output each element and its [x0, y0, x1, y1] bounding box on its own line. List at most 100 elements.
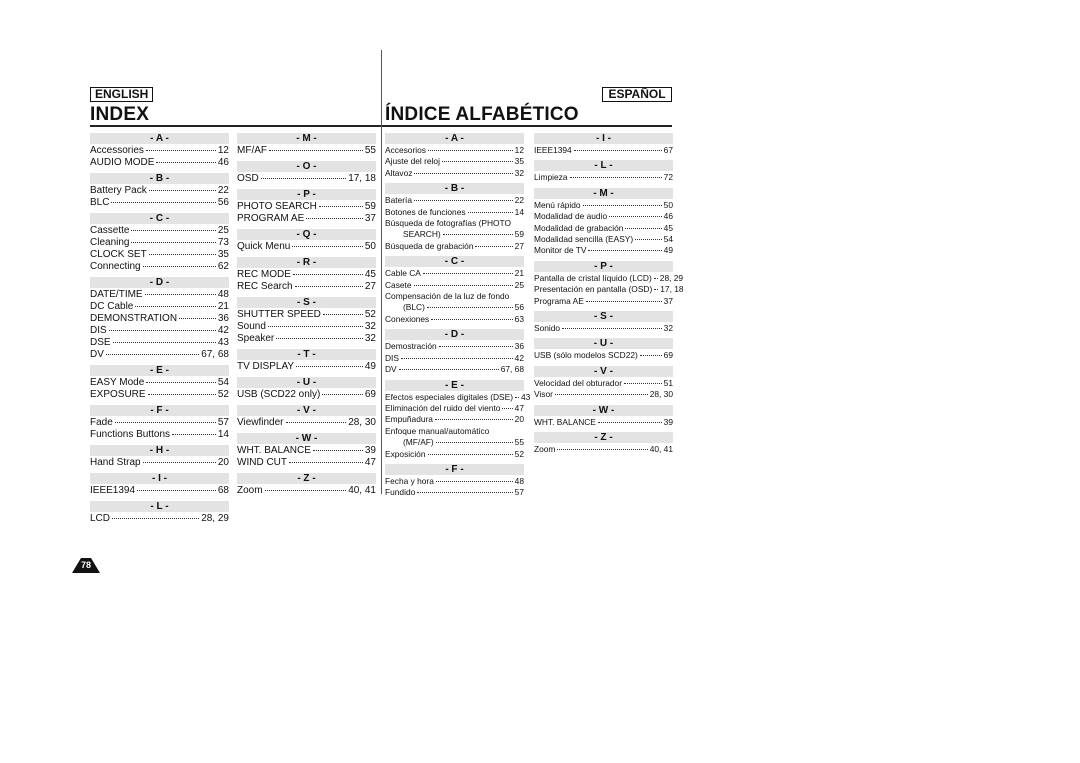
entry-page: 43 — [521, 391, 531, 402]
dot-leader — [114, 422, 216, 423]
entry-label: Botones de funciones — [385, 206, 466, 217]
entry-page: 72 — [663, 172, 673, 183]
dot-leader — [557, 449, 648, 451]
dot-leader — [142, 462, 216, 463]
entry-label: Conexiones — [385, 313, 430, 324]
dot-leader — [105, 354, 200, 355]
dot-leader — [144, 294, 216, 295]
dot-leader — [639, 355, 662, 357]
entry-label: Búsqueda de grabación — [385, 240, 474, 251]
entry-page: 20 — [217, 457, 229, 468]
entry-page: 59 — [364, 201, 376, 212]
index-entry: Cassette 25 — [90, 225, 229, 237]
dot-leader — [431, 318, 513, 320]
entry-label: Eliminación del ruido del viento — [385, 402, 501, 413]
entry-page: 43 — [217, 337, 229, 348]
entry-page: 42 — [217, 325, 229, 336]
index-entry: BLC 56 — [90, 197, 229, 209]
language-divider — [381, 50, 382, 494]
dot-leader — [434, 419, 513, 421]
entry-page: 25 — [217, 225, 229, 236]
entry-label: Functions Buttons — [90, 429, 171, 440]
section-letter-header: - S - — [534, 311, 673, 323]
entry-page: 67, 68 — [201, 349, 229, 360]
dot-leader — [322, 314, 363, 315]
index-entry: MF/AF 55 — [237, 145, 376, 157]
dot-leader — [653, 277, 658, 279]
dot-leader — [289, 462, 363, 463]
index-entry: Zoom 40, 41 — [237, 485, 376, 497]
entry-label: DV — [90, 349, 104, 360]
dot-leader — [467, 211, 513, 213]
section-letter-header: - Q - — [237, 229, 376, 240]
index-entry: DIS 42 — [90, 325, 229, 337]
entry-page: 36 — [217, 313, 229, 324]
section-letter-header: - V - — [534, 365, 673, 377]
index-entry: EASY Mode 54 — [90, 377, 229, 389]
entry-page: 55 — [364, 145, 376, 156]
index-entry: Limpieza 72 — [534, 172, 673, 183]
index-entry: Sonido 32 — [534, 323, 673, 334]
index-entry: Fundido 57 — [385, 487, 524, 498]
entry-page: 57 — [514, 487, 524, 498]
entry-label: DSE — [90, 337, 111, 348]
index-entry: Modalidad de audio 46 — [534, 211, 673, 222]
entry-label: WHT. BALANCE — [237, 445, 311, 456]
index-entry: Battery Pack 22 — [90, 185, 229, 197]
espanol-column-2: - I - IEEE1394 67 - L - Limpieza 72 - M - Menú … — [534, 133, 684, 456]
index-entry: DEMONSTRATION 36 — [90, 313, 229, 325]
entry-page: 36 — [514, 341, 524, 352]
entry-label: PHOTO SEARCH — [237, 201, 317, 212]
dot-leader — [108, 330, 216, 331]
index-entry: IEEE1394 68 — [90, 485, 229, 497]
entry-label: CLOCK SET — [90, 249, 147, 260]
entry-page: 47 — [364, 457, 376, 468]
espanol-column-1: - A - Accesorios 12 Ajuste del reloj 35 Altav… — [385, 133, 530, 499]
index-entry: Functions Buttons 14 — [90, 429, 229, 441]
dot-leader — [438, 346, 513, 348]
dot-leader — [515, 396, 520, 398]
dot-leader — [318, 206, 363, 207]
entry-page: 37 — [364, 213, 376, 224]
entry-page: 49 — [364, 361, 376, 372]
entry-page: 42 — [514, 352, 524, 363]
entry-label: DV — [385, 364, 397, 375]
section-letter-header: - Z - — [534, 432, 673, 444]
section-letter-header: - S - — [237, 297, 376, 308]
index-entry: Modalidad sencilla (EASY) 54 — [534, 234, 673, 245]
index-entry: Cable CA 21 — [385, 268, 524, 279]
dot-leader — [414, 200, 513, 202]
entry-label: Casete — [385, 279, 412, 290]
dot-leader — [285, 422, 347, 423]
entry-label: Hand Strap — [90, 457, 141, 468]
entry-label: REC Search — [237, 281, 293, 292]
index-entry: DC Cable 21 — [90, 301, 229, 313]
dot-leader — [135, 306, 216, 307]
entry-label: Modalidad de grabación — [534, 222, 624, 233]
index-entry: Presentación en pantalla (OSD) 17, 18 — [534, 284, 684, 295]
entry-label: SHUTTER SPEED — [237, 309, 321, 320]
index-entry: Quick Menu 50 — [237, 241, 376, 253]
dot-leader — [442, 234, 513, 236]
index-entry: Cleaning 73 — [90, 237, 229, 249]
entry-page: 73 — [217, 237, 229, 248]
index-entry: USB (sólo modelos SCD22) 69 — [534, 350, 673, 361]
entry-label: USB (sólo modelos SCD22) — [534, 350, 638, 361]
dot-leader — [435, 480, 513, 482]
index-entry: Demostración 36 — [385, 341, 524, 352]
section-letter-header: - H - — [90, 445, 229, 456]
index-entry: OSD 17, 18 — [237, 173, 376, 185]
section-letter-header: - L - — [534, 160, 673, 172]
dot-leader — [422, 273, 513, 275]
section-letter-header: - T - — [237, 349, 376, 360]
entry-page: 55 — [514, 437, 524, 448]
entry-page: 40, 41 — [649, 444, 673, 455]
entry-page: 35 — [514, 156, 524, 167]
page-number-badge: 78 — [72, 557, 100, 573]
section-letter-header: - M - — [534, 187, 673, 199]
entry-label-cont: (MF/AF) — [403, 437, 434, 448]
entry-label: Batería — [385, 195, 413, 206]
index-entry: Programa AE 37 — [534, 296, 673, 307]
section-letter-header: - F - — [90, 405, 229, 416]
entry-page: 27 — [514, 240, 524, 251]
